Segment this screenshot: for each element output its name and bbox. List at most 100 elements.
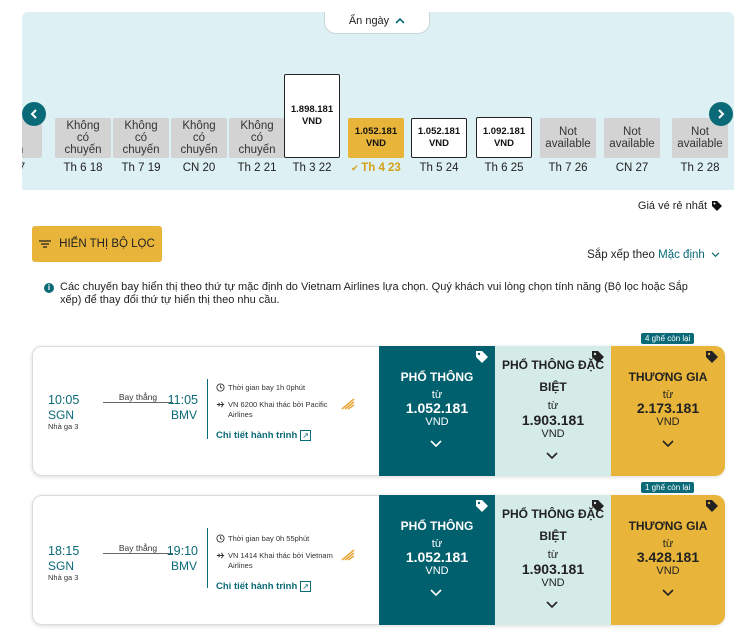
date-bar-day: Th 2 21 bbox=[237, 162, 277, 174]
date-bars: ngcóyển5 17KhôngcóchuyếnTh 6 18Khôngcóch… bbox=[22, 12, 734, 190]
date-bar-day: Th 3 22 bbox=[292, 162, 332, 174]
external-link-icon: ↗ bbox=[300, 581, 311, 592]
date-bar-line: có bbox=[134, 132, 148, 144]
date-bar-line: có bbox=[192, 132, 206, 144]
date-bar-line: Not bbox=[623, 126, 641, 138]
flight-duration-text: Thời gian bay 0h 55phút bbox=[228, 534, 310, 543]
date-strip: ngcóyển5 17KhôngcóchuyếnTh 6 18Khôngcóch… bbox=[22, 12, 734, 190]
date-bar-text: Không có chuyến bbox=[238, 120, 275, 156]
filter-icon bbox=[39, 240, 52, 248]
fare-amount: 1.052.181 bbox=[405, 549, 469, 565]
date-bar-line: chuyến bbox=[122, 144, 160, 156]
flight-operator-text: VN 6200 Khai thác bởi Pacific Airlines bbox=[228, 400, 328, 419]
check-circle-icon: ✔ bbox=[351, 163, 362, 173]
fare-from-label: từ bbox=[547, 400, 559, 412]
cheapest-fare-legend: Giá vé rẻ nhất bbox=[638, 200, 723, 212]
chevron-down-icon bbox=[546, 452, 558, 460]
departure-airport: SGN bbox=[48, 559, 75, 573]
info-text: Các chuyến bay hiển thị theo thứ tự mặc … bbox=[60, 281, 688, 306]
sort-control[interactable]: Sắp xếp theo Mặc định bbox=[587, 249, 720, 261]
date-bar: Không có chuyến Th 2 21 bbox=[229, 118, 285, 180]
fare-amount: 2.173.181 bbox=[636, 400, 700, 416]
date-bar-price: 1.052.181 VND bbox=[348, 118, 404, 158]
date-bar-day: 5 17 bbox=[22, 162, 25, 174]
date-bar-price: Not available bbox=[604, 118, 660, 158]
chevron-down-icon bbox=[662, 589, 674, 597]
date-bar-price: Không có chuyến bbox=[171, 118, 227, 158]
itinerary-details-link[interactable]: Chi tiết hành trình ↗ bbox=[216, 430, 311, 441]
date-bar-line: ng bbox=[22, 120, 23, 132]
premium-economy-fare-option[interactable]: PHỔ THÔNG ĐẶC BIỆT từ 1.903.181 VND bbox=[495, 495, 611, 625]
arrival-airport: BMV bbox=[170, 559, 197, 573]
info-message: i Các chuyến bay hiển thị theo thứ tự mặ… bbox=[44, 281, 704, 307]
fare-currency: VND bbox=[425, 416, 449, 428]
date-bar-line: 1.052.181 bbox=[417, 126, 461, 137]
date-bar-day: Th 4 23 bbox=[361, 162, 401, 174]
hide-dates-button[interactable]: Ẩn ngày bbox=[324, 12, 430, 34]
chevron-down-icon bbox=[662, 440, 674, 448]
business-fare-option[interactable]: THƯƠNG GIA từ 2.173.181 VND bbox=[611, 346, 725, 476]
date-bar-line: Not bbox=[559, 126, 577, 138]
fare-amount: 3.428.181 bbox=[636, 549, 700, 565]
fare-class-name-2: BIỆT bbox=[539, 380, 567, 394]
date-bar-line: 1.052.181 bbox=[354, 126, 398, 137]
date-bar[interactable]: 1.898.181 VND Th 3 22 bbox=[284, 74, 340, 180]
date-bar-text: 1.092.181 VND bbox=[483, 126, 525, 150]
business-fare-option[interactable]: THƯƠNG GIA từ 3.428.181 VND bbox=[611, 495, 725, 625]
price-tag-icon bbox=[475, 499, 489, 513]
fare-class-name: PHỔ THÔNG ĐẶC bbox=[502, 358, 604, 372]
fare-currency: VND bbox=[541, 428, 565, 440]
economy-fare-option[interactable]: PHỔ THÔNG từ 1.052.181 VND bbox=[379, 346, 495, 476]
fare-currency: VND bbox=[656, 565, 680, 577]
itinerary-details-link[interactable]: Chi tiết hành trình ↗ bbox=[216, 581, 311, 592]
date-bar-day: CN 27 bbox=[615, 162, 649, 174]
fare-from-label: từ bbox=[547, 549, 559, 561]
fare-class-name: PHỔ THÔNG ĐẶC bbox=[502, 507, 604, 521]
sort-value: Mặc định bbox=[658, 249, 705, 261]
date-bar-label: Th 5 24 bbox=[407, 162, 471, 174]
date-bar-text: Not available bbox=[677, 126, 722, 150]
clock-icon bbox=[216, 534, 225, 543]
date-bar[interactable]: 1.092.181 VND Th 6 25 bbox=[476, 117, 532, 180]
date-bar-day: Th 7 26 bbox=[548, 162, 588, 174]
airline-logo-icon bbox=[341, 398, 355, 410]
date-bar-line: available bbox=[609, 138, 655, 150]
fare-class-name: THƯƠNG GIA bbox=[628, 519, 708, 533]
date-bar-line: VND bbox=[493, 137, 515, 149]
flight-card: 18:15 SGN Nhà ga 3 Bay thẳng 19:10 BMV T… bbox=[32, 482, 725, 625]
date-bar-text: Không có chuyến bbox=[180, 120, 217, 156]
price-tag-icon bbox=[475, 350, 489, 364]
date-bar-text: 1.898.181 VND bbox=[291, 104, 333, 128]
fare-class-name: PHỔ THÔNG bbox=[400, 519, 474, 533]
flight-operator-text: VN 1414 Khai thác bởi Vietnam Airlines bbox=[228, 551, 333, 570]
date-bar-day: Th 7 19 bbox=[121, 162, 161, 174]
cheapest-fare-text: Giá vé rẻ nhất bbox=[637, 200, 707, 212]
flight-itinerary: 18:15 SGN Nhà ga 3 Bay thẳng 19:10 BMV T… bbox=[33, 496, 379, 624]
external-link-icon: ↗ bbox=[300, 430, 311, 441]
fare-currency: VND bbox=[541, 577, 565, 589]
date-bar-day: CN 20 bbox=[182, 162, 216, 174]
itinerary-details-text: Chi tiết hành trình bbox=[216, 581, 298, 592]
date-bar-line: có bbox=[22, 132, 23, 144]
prev-dates-button[interactable] bbox=[22, 102, 46, 126]
premium-economy-fare-option[interactable]: PHỔ THÔNG ĐẶC BIỆT từ 1.903.181 VND bbox=[495, 346, 611, 476]
departure-terminal: Nhà ga 3 bbox=[48, 422, 79, 431]
date-bar[interactable]: 1.052.181 VND ✔ Th 4 23 bbox=[348, 118, 404, 180]
date-bar-line: VND bbox=[365, 138, 387, 149]
date-bar-label: Th 6 18 bbox=[51, 162, 115, 174]
show-filter-button[interactable]: HIỂN THỊ BỘ LỌC bbox=[32, 226, 162, 262]
date-bar: Not available CN 27 bbox=[604, 118, 660, 180]
date-bar-text: Không có chuyến bbox=[64, 120, 101, 156]
economy-fare-option[interactable]: PHỔ THÔNG từ 1.052.181 VND bbox=[379, 495, 495, 625]
date-bar-day: Th 6 18 bbox=[63, 162, 103, 174]
next-dates-button[interactable] bbox=[709, 102, 733, 126]
date-bar-price: Không có chuyến bbox=[55, 118, 111, 158]
date-bar[interactable]: 1.052.181 VND Th 5 24 bbox=[411, 118, 467, 180]
fare-currency: VND bbox=[656, 416, 680, 428]
info-icon: i bbox=[44, 283, 54, 293]
clock-icon bbox=[216, 383, 225, 392]
date-bar-label: 5 17 bbox=[22, 162, 46, 174]
itinerary-details-text: Chi tiết hành trình bbox=[216, 430, 298, 441]
date-bar-price: 1.052.181 VND bbox=[411, 118, 467, 158]
date-bar-price: Không có chuyến bbox=[229, 118, 285, 158]
